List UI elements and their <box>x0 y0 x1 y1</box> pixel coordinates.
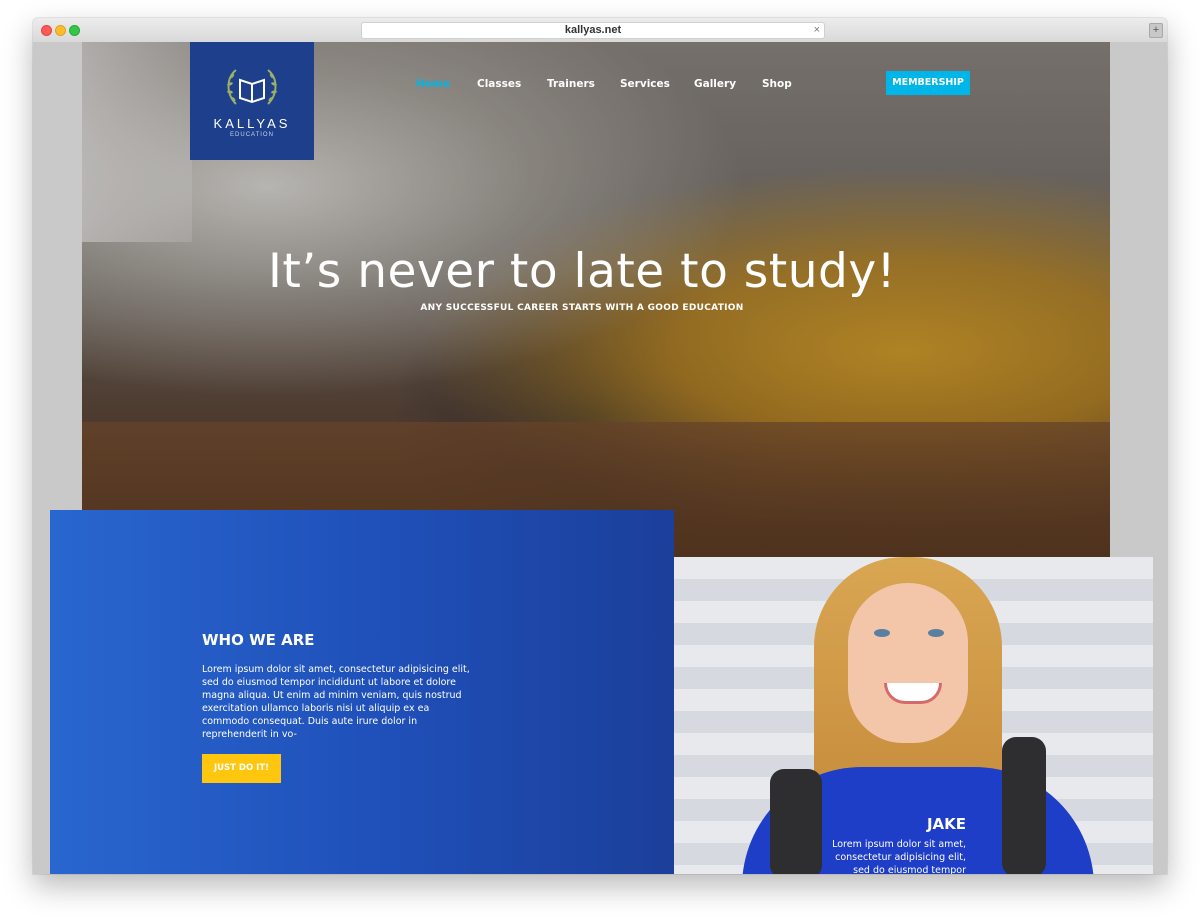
close-window-button[interactable] <box>41 25 52 36</box>
address-bar[interactable]: kallyas.net × <box>361 22 825 39</box>
browser-window: kallyas.net × + KALLYAS EDUCATION Home C… <box>33 18 1167 874</box>
page-viewport: KALLYAS EDUCATION Home Classes Trainers … <box>33 42 1167 874</box>
book-wreath-icon <box>227 69 277 105</box>
nav-item-classes[interactable]: Classes <box>477 78 521 90</box>
new-tab-button[interactable]: + <box>1149 23 1163 38</box>
nav-item-home[interactable]: Home <box>416 78 450 90</box>
membership-button[interactable]: MEMBERSHIP <box>886 71 970 95</box>
portrait-eye-left <box>874 629 890 637</box>
maximize-window-button[interactable] <box>69 25 80 36</box>
who-we-are-title: WHO WE ARE <box>202 631 315 649</box>
nav-item-trainers[interactable]: Trainers <box>547 78 595 90</box>
who-we-are-panel: WHO WE ARE Lorem ipsum dolor sit amet, c… <box>50 510 674 874</box>
testimonial-card: JAKE Lorem ipsum dolor sit amet, consect… <box>642 557 1153 874</box>
portrait-face <box>848 583 968 743</box>
minimize-window-button[interactable] <box>55 25 66 36</box>
portrait-eye-right <box>928 629 944 637</box>
portrait-backpack-strap-right <box>1002 737 1046 874</box>
just-do-it-button[interactable]: JUST DO IT! <box>202 754 281 783</box>
logo-name: KALLYAS <box>213 116 291 131</box>
close-icon[interactable]: × <box>814 23 820 38</box>
hero-title: It’s never to late to study! <box>268 244 896 299</box>
testimonial-text: Lorem ipsum dolor sit amet, consectetur … <box>832 839 966 874</box>
who-we-are-text: Lorem ipsum dolor sit amet, consectetur … <box>202 664 470 740</box>
browser-titlebar: kallyas.net × + <box>33 18 1167 43</box>
nav-item-gallery[interactable]: Gallery <box>694 78 736 90</box>
testimonial-name: JAKE <box>926 815 966 833</box>
address-bar-url: kallyas.net <box>564 24 622 36</box>
site-logo[interactable]: KALLYAS EDUCATION <box>190 42 314 160</box>
hero-subtitle: ANY SUCCESSFUL CAREER STARTS WITH A GOOD… <box>420 303 744 313</box>
portrait-backpack-strap-left <box>770 769 822 874</box>
logo-subtitle: EDUCATION <box>230 132 274 138</box>
nav-item-services[interactable]: Services <box>620 78 670 90</box>
nav-item-shop[interactable]: Shop <box>762 78 792 90</box>
hero-section: KALLYAS EDUCATION Home Classes Trainers … <box>82 42 1110 557</box>
